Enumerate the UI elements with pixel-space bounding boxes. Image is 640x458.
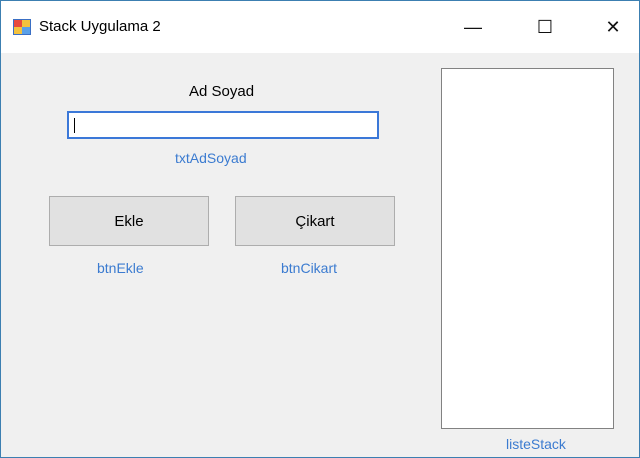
text-caret xyxy=(74,118,75,133)
ad-soyad-label: Ad Soyad xyxy=(189,83,255,100)
txt-ad-soyad-name: txtAdSoyad xyxy=(175,150,247,166)
minimize-button[interactable]: — xyxy=(450,1,496,53)
title-bar[interactable]: Stack Uygulama 2 — ☐ ✕ xyxy=(1,1,639,53)
maximize-button[interactable]: ☐ xyxy=(522,1,568,53)
ad-soyad-input[interactable] xyxy=(67,111,379,139)
close-button[interactable]: ✕ xyxy=(590,1,636,53)
window-title: Stack Uygulama 2 xyxy=(39,18,161,35)
cikart-button[interactable]: Çikart xyxy=(235,196,395,246)
app-icon xyxy=(13,19,31,35)
minimize-icon: — xyxy=(464,16,482,37)
btn-ekle-name: btnEkle xyxy=(97,260,144,276)
btn-cikart-name: btnCikart xyxy=(281,260,338,276)
maximize-icon: ☐ xyxy=(536,16,554,37)
ekle-button[interactable]: Ekle xyxy=(49,196,209,246)
stack-listbox[interactable] xyxy=(441,68,614,429)
app-window: Stack Uygulama 2 — ☐ ✕ Ad Soyad txtAdSoy… xyxy=(0,0,640,458)
liste-stack-name: listeStack xyxy=(506,436,566,452)
close-icon: ✕ xyxy=(605,16,621,37)
